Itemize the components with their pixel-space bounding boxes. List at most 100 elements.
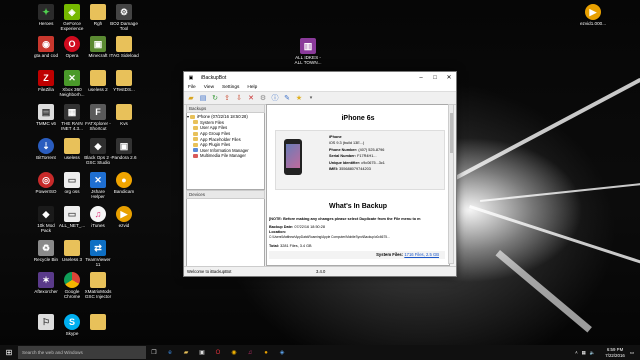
- folder-icon: [193, 137, 198, 142]
- udid-value: c9c0675...3c1: [361, 160, 385, 165]
- menu-bar: File View Settings Help: [184, 83, 456, 92]
- tree-item-label: User App Files: [200, 125, 228, 131]
- desktop-icon-folder[interactable]: [78, 314, 118, 330]
- desktop-icon-itag[interactable]: ITAG Sideload: [104, 36, 144, 58]
- device-card: iPhone iOS 9.3 (build 13E...) Phone Numb…: [275, 130, 445, 190]
- desktop-icon-label: Bandicam: [113, 189, 135, 194]
- chrome-taskbar-icon[interactable]: ◉: [226, 345, 242, 360]
- file-explorer-icon[interactable]: ▰: [178, 345, 194, 360]
- status-bar: Welcome to iBackupBot 3.4.0: [184, 266, 456, 276]
- wallpaper-beam: [480, 181, 640, 202]
- total-value: 3281 Files, 3.4 GB: [280, 244, 312, 248]
- notifications-icon[interactable]: ▭: [630, 350, 634, 356]
- folder-icon: [116, 36, 132, 52]
- collapse-icon[interactable]: ▾: [187, 114, 189, 119]
- desktop-icon-label: ALL IDKES - ALL TOWN...: [294, 55, 322, 66]
- network-icon[interactable]: ▦: [582, 350, 586, 356]
- menu-help[interactable]: Help: [247, 85, 257, 90]
- desktop-icon-all-idkes[interactable]: ▥ ALL IDKES - ALL TOWN...: [288, 38, 328, 66]
- backup-date-label: Backup Date:: [269, 225, 294, 229]
- store-icon[interactable]: ▣: [194, 345, 210, 360]
- volume-icon[interactable]: 🔈: [590, 350, 595, 356]
- window-titlebar[interactable]: ▣ iBackupBot – □ ✕: [184, 72, 456, 83]
- tools-icon[interactable]: ✎: [282, 94, 292, 103]
- tray-chevron-icon[interactable]: ˄: [575, 350, 578, 355]
- tree-item-label: App Placeholder Files: [200, 136, 241, 142]
- desktop-icon-ezvid[interactable]: ▶ ezvid: [104, 206, 144, 228]
- system-files-link[interactable]: 1716 Files, 2.5 GB: [404, 252, 439, 257]
- devices-list[interactable]: [186, 199, 265, 269]
- phone-label: Phone Number:: [329, 147, 358, 152]
- desktop-icon-file[interactable]: YTestDS...: [104, 70, 144, 92]
- scrollbar-thumb[interactable]: [450, 113, 453, 153]
- location-value: C:\Users\Matthew\AppData\Roaming\Apple C…: [269, 235, 390, 239]
- edge-icon[interactable]: e: [162, 345, 178, 360]
- total-label: Total:: [269, 244, 280, 248]
- bandicam-icon: ●: [116, 172, 132, 188]
- import-icon[interactable]: ⇩: [234, 94, 244, 103]
- folder-icon: [190, 114, 196, 119]
- folder-icon: [193, 120, 198, 125]
- tree-item-multimedia-file-manager[interactable]: Multimedia File Manager: [187, 153, 264, 159]
- desktop-icon-xmatrix[interactable]: XMatrixMods GSC Injector: [78, 272, 118, 300]
- delete-icon[interactable]: ✕: [246, 94, 256, 103]
- maximize-button[interactable]: □: [428, 75, 442, 81]
- desktop-icon-label: Kvs: [120, 121, 128, 126]
- star-icon[interactable]: ★: [294, 94, 304, 103]
- open-folder-icon[interactable]: ▰: [186, 94, 196, 103]
- desktop-icon-pandora[interactable]: ▣ Pandora 2.6: [104, 138, 144, 160]
- desktop-icon-generic[interactable]: ⚐: [26, 314, 66, 330]
- contacts-icon: [193, 148, 198, 153]
- info-icon[interactable]: ⓘ: [270, 94, 280, 103]
- clock-time: 6:59 PM: [606, 347, 624, 353]
- backup-tree[interactable]: ▾ iPhone (07/22/16 18:50:28) System Files…: [186, 113, 265, 190]
- minimize-button[interactable]: –: [414, 75, 428, 81]
- export-icon[interactable]: ⇪: [222, 94, 232, 103]
- tree-item-label: System Files: [200, 119, 224, 125]
- taskbar-search[interactable]: Search the web and Windows: [18, 346, 146, 359]
- desktop-icon-bandicam[interactable]: ● Bandicam: [104, 172, 144, 194]
- desktop-icon-kvs[interactable]: Kvs: [104, 104, 144, 126]
- chevron-down-icon[interactable]: ▾: [306, 94, 316, 103]
- itunes-taskbar-icon[interactable]: ♫: [242, 345, 258, 360]
- start-button[interactable]: ⊞: [0, 345, 18, 360]
- menu-view[interactable]: View: [204, 85, 214, 90]
- tree-item-label: iPhone (07/22/16 18:50:28): [197, 114, 248, 120]
- desktop-icon-bo2-tool[interactable]: ⚙ BO2 Damage Tool: [104, 4, 144, 32]
- menu-settings[interactable]: Settings: [222, 85, 239, 90]
- search-placeholder: Search the web and Windows: [22, 350, 83, 355]
- backup-date-value: 07/22/16 18:50:28: [294, 225, 325, 229]
- ibackupbot-window: ▣ iBackupBot – □ ✕ File View Settings He…: [183, 71, 457, 277]
- bandicam-taskbar-icon[interactable]: ●: [258, 345, 274, 360]
- ezvid-icon: ▶: [585, 4, 601, 20]
- task-view-icon[interactable]: ❐: [146, 345, 162, 360]
- desktop-icon-label: Pandora 2.6: [111, 155, 137, 160]
- section-title: What's In Backup: [328, 203, 388, 210]
- folder-icon: [90, 272, 106, 288]
- save-icon[interactable]: ▤: [198, 94, 208, 103]
- desktop-icon-label: ezvid1.000...: [579, 21, 607, 26]
- tree-item-label: User Information Manager: [200, 147, 249, 153]
- desktop-icon-ezvid-file[interactable]: ▶ ezvid1.000...: [573, 4, 613, 26]
- close-button[interactable]: ✕: [442, 74, 456, 81]
- tree-item-label: App Group Files: [200, 131, 231, 137]
- teamviewer-icon: ⇄: [90, 240, 106, 256]
- opera-taskbar-icon[interactable]: O: [210, 345, 226, 360]
- content-scrollbar[interactable]: [448, 104, 454, 264]
- settings-icon[interactable]: ⚙: [258, 94, 268, 103]
- desktop-icon-teamviewer[interactable]: ⇄ TeamViewer 11: [78, 240, 118, 268]
- location-label: Location:: [269, 230, 287, 234]
- menu-file[interactable]: File: [188, 85, 196, 90]
- ibackupbot-taskbar-icon[interactable]: ◈: [274, 345, 290, 360]
- desktop-icon-label: ezvid: [118, 223, 130, 228]
- udid-label: Unique Identifier:: [329, 160, 361, 165]
- window-title: iBackupBot: [201, 74, 227, 81]
- imei-value: 355688079744203: [339, 167, 371, 172]
- pandora-icon: ▣: [116, 138, 132, 154]
- clock[interactable]: 6:59 PM 7/22/2016: [605, 347, 625, 357]
- refresh-icon[interactable]: ↻: [210, 94, 220, 103]
- phone-value: (407) 525-8796: [358, 147, 385, 152]
- folder-icon: [193, 142, 198, 147]
- ezvid-icon: ▶: [116, 206, 132, 222]
- system-files-row: System Files: 1716 Files, 2.5 GB: [269, 251, 445, 259]
